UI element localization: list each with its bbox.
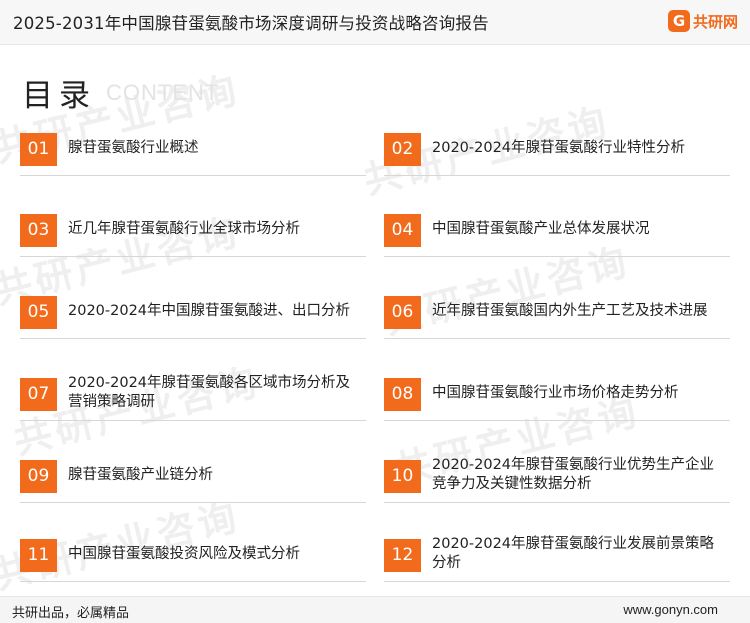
toc-item-number: 02 xyxy=(384,133,421,166)
toc-title: 目录 xyxy=(22,78,96,114)
toc-item-label: 腺苷蛋氨酸行业概述 xyxy=(68,139,199,156)
toc-item[interactable]: 12 2020-2024年腺苷蛋氨酸行业发展前景策略分析 xyxy=(384,527,730,582)
toc-item[interactable]: 05 2020-2024年中国腺苷蛋氨酸进、出口分析 xyxy=(20,284,366,339)
toc-item-number: 07 xyxy=(20,378,57,411)
toc-item-number: 03 xyxy=(20,214,57,247)
toc-item-label: 近年腺苷蛋氨酸国内外生产工艺及技术进展 xyxy=(432,302,708,319)
toc-item-label: 中国腺苷蛋氨酸产业总体发展状况 xyxy=(432,220,650,237)
toc-item-number: 05 xyxy=(20,296,57,329)
toc-item[interactable]: 07 2020-2024年腺苷蛋氨酸各区域市场分析及营销策略调研 xyxy=(20,366,366,421)
toc-item-number: 04 xyxy=(384,214,421,247)
toc-item[interactable]: 11 中国腺苷蛋氨酸投资风险及模式分析 xyxy=(20,527,366,582)
logo-text: 共研网 xyxy=(692,12,738,31)
toc-item-number: 10 xyxy=(384,460,421,493)
toc-item-label: 2020-2024年腺苷蛋氨酸行业优势生产企业竞争力及关键性数据分析 xyxy=(432,457,715,492)
toc-item-number: 01 xyxy=(20,133,57,166)
toc-item-label: 2020-2024年腺苷蛋氨酸行业特性分析 xyxy=(432,139,686,156)
toc-item-label: 近几年腺苷蛋氨酸行业全球市场分析 xyxy=(68,220,300,237)
toc-item[interactable]: 08 中国腺苷蛋氨酸行业市场价格走势分析 xyxy=(384,366,730,421)
logo-mark-icon: G xyxy=(667,10,690,32)
toc-item-number: 09 xyxy=(20,460,57,493)
toc-item[interactable]: 01 腺苷蛋氨酸行业概述 xyxy=(20,121,366,176)
toc-item-number: 06 xyxy=(384,296,421,329)
toc-item-label: 2020-2024年腺苷蛋氨酸各区域市场分析及营销策略调研 xyxy=(68,375,351,410)
footer-slogan: 共研出品，必属精品 xyxy=(12,606,130,621)
brand-logo: G 共研网 xyxy=(667,9,738,33)
footer-website-link[interactable]: www.gonyn.com xyxy=(623,602,718,617)
toc-subtitle: CONTENT xyxy=(106,80,220,105)
toc-item[interactable]: 09 腺苷蛋氨酸产业链分析 xyxy=(20,448,366,503)
report-title: 2025-2031年中国腺苷蛋氨酸市场深度调研与投资战略咨询报告 xyxy=(13,14,489,33)
toc-item-number: 12 xyxy=(384,539,421,572)
toc-item[interactable]: 04 中国腺苷蛋氨酸产业总体发展状况 xyxy=(384,202,730,257)
toc-item[interactable]: 10 2020-2024年腺苷蛋氨酸行业优势生产企业竞争力及关键性数据分析 xyxy=(384,448,730,503)
toc-item-number: 11 xyxy=(20,539,57,572)
toc-item-number: 08 xyxy=(384,378,421,411)
toc-item[interactable]: 06 近年腺苷蛋氨酸国内外生产工艺及技术进展 xyxy=(384,284,730,339)
page-header: 2025-2031年中国腺苷蛋氨酸市场深度调研与投资战略咨询报告 G 共研网 xyxy=(0,0,750,45)
toc-item-label: 中国腺苷蛋氨酸行业市场价格走势分析 xyxy=(432,384,679,401)
toc-item-label: 腺苷蛋氨酸产业链分析 xyxy=(68,466,213,483)
toc-item[interactable]: 02 2020-2024年腺苷蛋氨酸行业特性分析 xyxy=(384,121,730,176)
toc-item-label: 2020-2024年腺苷蛋氨酸行业发展前景策略分析 xyxy=(432,536,715,571)
toc-item-label: 2020-2024年中国腺苷蛋氨酸进、出口分析 xyxy=(68,302,351,319)
toc-item[interactable]: 03 近几年腺苷蛋氨酸行业全球市场分析 xyxy=(20,202,366,257)
toc-item-label: 中国腺苷蛋氨酸投资风险及模式分析 xyxy=(68,545,300,562)
page-footer: 共研出品，必属精品 www.gonyn.com xyxy=(0,596,750,623)
